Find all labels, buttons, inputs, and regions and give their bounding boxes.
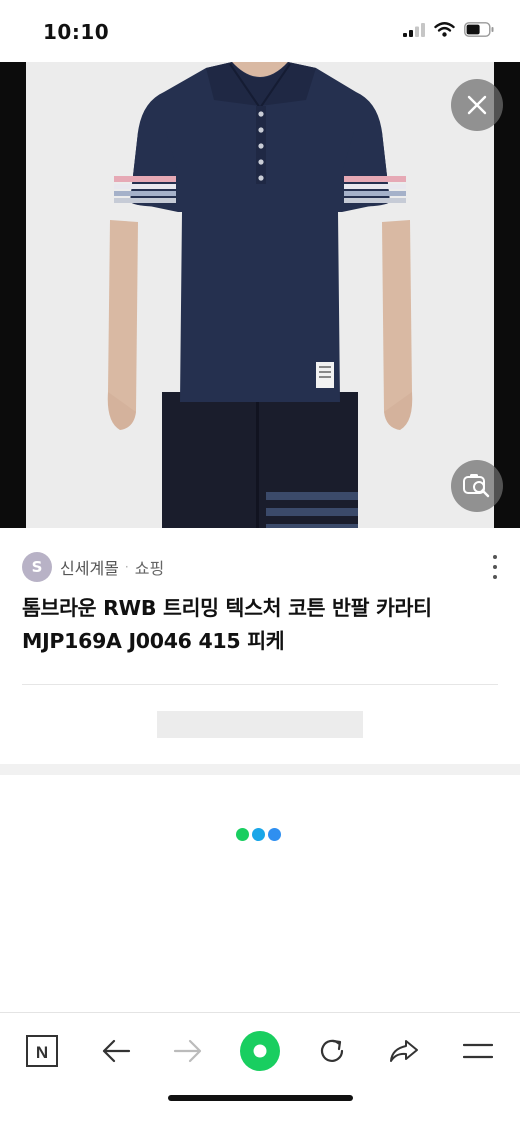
home-n-button[interactable]: N — [20, 1029, 64, 1073]
arrow-right-icon — [173, 1039, 202, 1063]
product-image[interactable] — [26, 62, 494, 528]
polo-shirt-photo — [26, 62, 494, 528]
loading-dot-light-blue — [268, 828, 281, 841]
status-bar: 10:10 — [0, 0, 520, 62]
loading-placeholder — [157, 711, 363, 738]
status-time: 10:10 — [43, 20, 110, 44]
forward-button[interactable] — [166, 1029, 210, 1073]
divider — [22, 684, 498, 685]
reload-button[interactable] — [310, 1029, 354, 1073]
menu-button[interactable] — [456, 1029, 500, 1073]
source-separator: · — [124, 560, 129, 574]
image-search-lens-icon — [463, 474, 490, 498]
green-dot-icon — [240, 1031, 280, 1071]
close-button[interactable] — [451, 79, 503, 131]
source-avatar: S — [22, 552, 52, 582]
source-row[interactable]: S 신세계몰 · 쇼핑 — [22, 551, 498, 583]
share-icon — [390, 1040, 418, 1062]
image-viewer[interactable] — [0, 62, 520, 528]
product-title-line2: MJP169A J0046 415 피케 — [22, 629, 285, 653]
arrow-left-icon — [102, 1039, 131, 1063]
status-icons — [403, 22, 494, 37]
loading-dot-green — [236, 828, 249, 841]
wifi-icon — [434, 22, 455, 37]
image-search-button[interactable] — [451, 460, 503, 512]
battery-icon — [464, 22, 494, 37]
back-button[interactable] — [94, 1029, 138, 1073]
source-category: 쇼핑 — [134, 559, 165, 578]
green-dot-button[interactable] — [238, 1029, 282, 1073]
close-icon — [467, 95, 487, 115]
signal-bars-icon — [403, 22, 425, 37]
loading-dot-blue — [252, 828, 265, 841]
section-separator — [0, 764, 520, 775]
reload-icon — [320, 1039, 344, 1062]
more-options-button[interactable] — [492, 555, 498, 579]
loading-indicator — [236, 828, 281, 841]
source-name[interactable]: 신세계몰 — [60, 555, 119, 579]
svg-text:N: N — [36, 1043, 48, 1062]
naver-n-home-icon: N — [26, 1035, 58, 1067]
product-title-line1: 톰브라운 RWB 트리밍 텍스처 코튼 반팔 카라티 — [22, 596, 432, 620]
share-button[interactable] — [382, 1029, 426, 1073]
bottom-toolbar: N — [0, 1012, 520, 1126]
product-title[interactable]: 톰브라운 RWB 트리밍 텍스처 코튼 반팔 카라티 MJP169A J0046… — [22, 592, 502, 658]
more-vertical-icon — [493, 555, 497, 559]
hamburger-menu-icon — [463, 1043, 493, 1059]
home-indicator — [168, 1095, 353, 1101]
